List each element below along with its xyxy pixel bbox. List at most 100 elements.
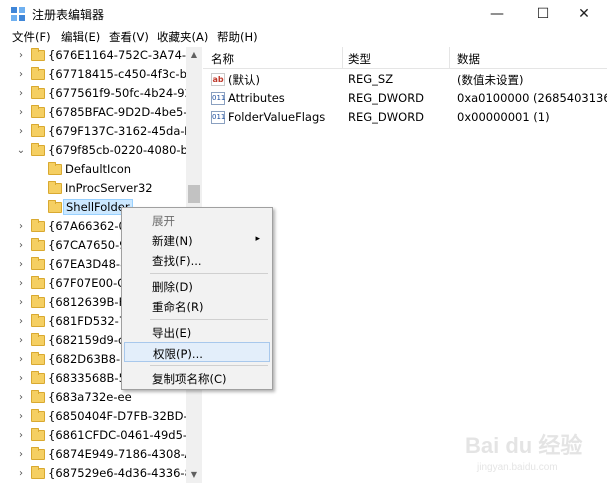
expand-chevron-icon[interactable]: › <box>16 411 26 423</box>
expand-chevron-icon[interactable]: › <box>16 221 26 233</box>
folder-icon <box>31 371 45 384</box>
expand-chevron-icon[interactable]: › <box>16 259 26 271</box>
watermark-brand: Bai du 经验 <box>465 433 583 458</box>
close-button[interactable]: ✕ <box>561 0 607 28</box>
folder-icon <box>48 181 62 194</box>
menu-help[interactable]: 帮助(H) <box>215 29 260 45</box>
tree-item-label: {6785BFAC-9D2D-4be5-B7 <box>48 105 202 119</box>
tree-item[interactable]: › {6874E949-7186-4308-A1E <box>0 446 201 464</box>
expand-chevron-icon[interactable]: › <box>16 278 26 290</box>
binary-value-icon: 011 <box>211 111 225 124</box>
folder-icon <box>31 67 45 80</box>
tree-item-label: {6861CFDC-0461-49d5-A8 <box>48 428 202 442</box>
tree-item-label: {679f85cb-0220-4080-b29 <box>48 143 202 157</box>
folder-icon <box>31 295 45 308</box>
menu-favorites[interactable]: 收藏夹(A) <box>155 29 210 45</box>
folder-icon <box>31 333 45 346</box>
scroll-down-icon[interactable]: ▼ <box>186 467 202 483</box>
expand-chevron-icon[interactable]: › <box>16 430 26 442</box>
tree-item-label: {682159d9-c3 <box>48 333 132 347</box>
tree-item-label: {6850404F-D7FB-32BD-83 <box>48 409 202 423</box>
expand-chevron-icon[interactable]: › <box>16 297 26 309</box>
title-bar: 注册表编辑器 — ☐ ✕ <box>0 0 607 28</box>
expand-chevron-icon[interactable]: › <box>16 316 26 328</box>
column-header-type[interactable]: 类型 <box>348 51 371 67</box>
window-title: 注册表编辑器 <box>32 8 105 22</box>
context-menu: 展开 新建(N) ▸ 查找(F)... 删除(D) 重命名(R) 导出(E) 权… <box>121 207 273 390</box>
menu-item-find[interactable]: 查找(F)... <box>124 250 270 270</box>
tree-item[interactable]: › {677561f9-50fc-4b24-921c <box>0 85 201 103</box>
string-value-icon: ab <box>211 73 225 86</box>
scroll-thumb[interactable] <box>188 185 200 203</box>
maximize-button[interactable]: ☐ <box>520 0 566 28</box>
column-divider[interactable] <box>449 47 450 69</box>
menu-item-new[interactable]: 新建(N) ▸ <box>124 230 270 250</box>
tree-item[interactable]: DefaultIcon <box>0 161 190 179</box>
folder-icon <box>31 314 45 327</box>
collapse-chevron-icon[interactable]: ⌄ <box>16 145 26 157</box>
menu-edit[interactable]: 编辑(E) <box>59 29 102 45</box>
expand-chevron-icon[interactable]: › <box>16 240 26 252</box>
tree-item[interactable]: › {687529e6-4d36-4336-88e <box>0 465 201 483</box>
column-header-data[interactable]: 数据 <box>457 51 480 67</box>
tree-item[interactable]: › {679F137C-3162-45da-BE3 <box>0 123 201 141</box>
tree-item-label: {67718415-c450-4f3c-bf8a <box>48 67 202 81</box>
menu-item-label: 权限(P)... <box>153 347 203 361</box>
minimize-button[interactable]: — <box>474 0 520 28</box>
tree-item[interactable]: › {6785BFAC-9D2D-4be5-B7 <box>0 104 201 122</box>
tree-item-label: {676E1164-752C-3A74-8D <box>48 48 202 62</box>
expand-chevron-icon[interactable]: › <box>16 88 26 100</box>
watermark-url: jingyan.baidu.com <box>477 462 558 473</box>
list-header: 名称 类型 数据 <box>203 47 607 69</box>
value-data: 0x00000001 (1) <box>457 110 550 124</box>
tree-item-label: InProcServer32 <box>65 181 153 195</box>
column-divider[interactable] <box>342 47 343 69</box>
folder-icon <box>31 352 45 365</box>
folder-icon <box>31 124 45 137</box>
tree-item[interactable]: › {6861CFDC-0461-49d5-A8 <box>0 427 201 445</box>
folder-icon <box>31 276 45 289</box>
expand-chevron-icon[interactable]: › <box>16 126 26 138</box>
menu-item-expand[interactable]: 展开 <box>124 210 270 230</box>
value-row[interactable]: 011 FolderValueFlags REG_DWORD 0x0000000… <box>203 108 607 127</box>
expand-chevron-icon[interactable]: › <box>16 468 26 480</box>
expand-chevron-icon[interactable]: › <box>16 392 26 404</box>
column-header-name[interactable]: 名称 <box>211 51 234 67</box>
scroll-up-icon[interactable]: ▲ <box>186 47 202 63</box>
value-row[interactable]: ab (默认) REG_SZ (数值未设置) <box>203 70 607 89</box>
menu-item-label: 删除(D) <box>152 280 193 294</box>
tree-item-expanded[interactable]: ⌄ {679f85cb-0220-4080-b29 <box>0 142 201 160</box>
folder-icon <box>31 86 45 99</box>
folder-icon <box>31 143 45 156</box>
expand-chevron-icon[interactable]: › <box>16 50 26 62</box>
expand-chevron-icon[interactable]: › <box>16 449 26 461</box>
menu-item-export[interactable]: 导出(E) <box>124 322 270 342</box>
expand-chevron-icon[interactable]: › <box>16 69 26 81</box>
folder-icon <box>31 238 45 251</box>
minimize-icon: — <box>490 6 504 22</box>
menu-item-permissions[interactable]: 权限(P)... <box>124 342 270 362</box>
expand-chevron-icon[interactable]: › <box>16 335 26 347</box>
value-data: 0xa0100000 (2685403136) <box>457 91 607 105</box>
menu-item-rename[interactable]: 重命名(R) <box>124 296 270 316</box>
menu-item-copy-key-name[interactable]: 复制项名称(C) <box>124 368 270 388</box>
tree-item[interactable]: › {67718415-c450-4f3c-bf8a <box>0 66 201 84</box>
tree-item[interactable]: › {6850404F-D7FB-32BD-83 <box>0 408 201 426</box>
menu-view[interactable]: 查看(V) <box>107 29 151 45</box>
expand-chevron-icon[interactable]: › <box>16 354 26 366</box>
folder-icon <box>48 200 62 213</box>
menu-file[interactable]: 文件(F) <box>10 29 53 45</box>
maximize-icon: ☐ <box>536 6 550 22</box>
menu-item-delete[interactable]: 删除(D) <box>124 276 270 296</box>
tree-item-label: DefaultIcon <box>65 162 132 176</box>
folder-icon <box>31 409 45 422</box>
tree-item[interactable]: InProcServer32 <box>0 180 190 198</box>
tree-item[interactable]: › {683a732e-ee <box>0 389 190 407</box>
expand-chevron-icon[interactable]: › <box>16 373 26 385</box>
value-type: REG_DWORD <box>348 91 425 105</box>
value-row[interactable]: 011 Attributes REG_DWORD 0xa0100000 (268… <box>203 89 607 108</box>
baidu-watermark: Bai du 经验 jingyan.baidu.com <box>455 420 605 480</box>
value-data: (数值未设置) <box>457 73 524 87</box>
expand-chevron-icon[interactable]: › <box>16 107 26 119</box>
tree-item[interactable]: › {676E1164-752C-3A74-8D <box>0 47 201 65</box>
